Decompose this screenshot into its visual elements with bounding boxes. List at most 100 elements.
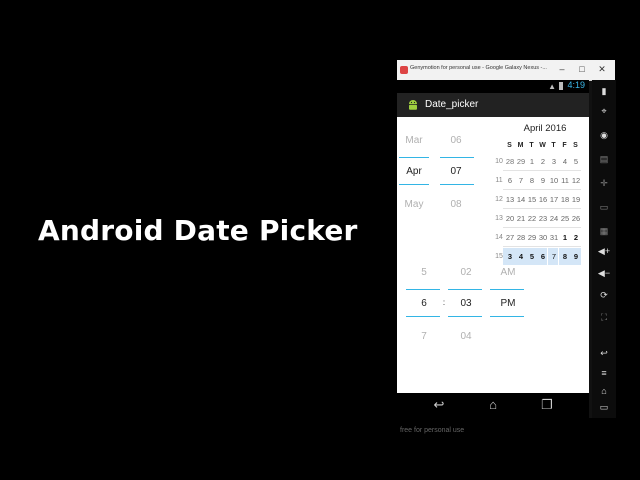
back-icon[interactable]: ↩	[427, 397, 451, 413]
calendar-day[interactable]: 29	[527, 233, 537, 242]
calendar-day[interactable]: 6	[505, 176, 515, 185]
calendar-day[interactable]: 3	[505, 252, 515, 261]
volume-down-icon[interactable]: ◀−	[592, 268, 616, 279]
recents-icon[interactable]: ▭	[592, 402, 616, 413]
day-prev[interactable]: 06	[441, 135, 471, 146]
battery-icon	[559, 82, 563, 90]
divider	[440, 184, 474, 185]
calendar-day[interactable]: 18	[560, 195, 570, 204]
divider	[448, 289, 482, 290]
fullscreen-icon[interactable]: ⛶	[592, 312, 616, 323]
ampm-prev[interactable]: AM	[493, 267, 523, 278]
ampm-selected[interactable]: PM	[493, 298, 523, 309]
calendar-day[interactable]: 25	[560, 214, 570, 223]
battery-icon[interactable]: ▮	[592, 86, 616, 97]
calendar-day[interactable]: 10	[549, 176, 559, 185]
calendar-day[interactable]: 6	[538, 252, 548, 261]
calendar-day[interactable]: 8	[560, 252, 570, 261]
calendar-day[interactable]: 22	[527, 214, 537, 223]
divider	[406, 316, 440, 317]
calendar-row-separator	[503, 208, 581, 209]
calendar-week-number: 13	[495, 215, 503, 222]
wifi-icon: ▲	[548, 82, 556, 91]
calendar-week-number: 15	[495, 253, 503, 260]
menu-icon[interactable]: ≡	[592, 368, 616, 378]
calendar-weekday-header: S	[573, 142, 578, 149]
calendar-day[interactable]: 29	[516, 157, 526, 166]
calendar-day[interactable]: 20	[505, 214, 515, 223]
calendar-day[interactable]: 21	[516, 214, 526, 223]
calendar-day[interactable]: 26	[571, 214, 581, 223]
gps-icon[interactable]: ⌖	[592, 106, 616, 117]
calendar-day[interactable]: 24	[549, 214, 559, 223]
recents-icon[interactable]: ❐	[535, 397, 559, 413]
calendar-weekday-header: M	[517, 142, 524, 149]
divider	[440, 157, 474, 158]
emulator-side-toolbar: ▮ ⌖ ◉ ▤ ✛ ▭ ▦ ◀+ ◀− ⟳ ⛶ ↩ ≡ ⌂ ▭	[592, 80, 616, 418]
calendar-day[interactable]: 9	[571, 252, 581, 261]
calendar-day[interactable]: 16	[538, 195, 548, 204]
calendar-title: April 2016	[523, 123, 567, 134]
calendar-day[interactable]: 11	[560, 176, 570, 185]
navigation-bar: ↩ ⌂ ❐	[397, 393, 589, 418]
calendar-day[interactable]: 14	[516, 195, 526, 204]
calendar-day[interactable]: 15	[527, 195, 537, 204]
calendar-day[interactable]: 5	[527, 252, 537, 261]
id-icon[interactable]: ▭	[592, 202, 616, 213]
camera-icon[interactable]: ◉	[592, 130, 616, 141]
rotate-icon[interactable]: ⟳	[592, 290, 616, 301]
hour-next[interactable]: 7	[409, 331, 439, 342]
calendar-day[interactable]: 28	[505, 157, 515, 166]
maximize-button[interactable]: □	[575, 63, 589, 75]
calendar-day[interactable]: 28	[516, 233, 526, 242]
calendar-day[interactable]: 1	[560, 233, 570, 242]
volume-up-icon[interactable]: ◀+	[592, 246, 616, 257]
minute-prev[interactable]: 02	[451, 267, 481, 278]
calendar-day[interactable]: 9	[538, 176, 548, 185]
headline-title: Android Date Picker	[38, 214, 358, 247]
calendar-day[interactable]: 23	[538, 214, 548, 223]
calendar-day[interactable]: 7	[549, 252, 559, 261]
media-icon[interactable]: ▦	[592, 226, 616, 237]
calendar-day[interactable]: 4	[560, 157, 570, 166]
calendar-day[interactable]: 31	[549, 233, 559, 242]
divider	[490, 316, 524, 317]
back-icon[interactable]: ↩	[592, 348, 616, 359]
minute-next[interactable]: 04	[451, 331, 481, 342]
calendar-day[interactable]: 30	[538, 233, 548, 242]
emulator-window: Genymotion for personal use - Google Gal…	[397, 60, 615, 434]
calendar-day[interactable]: 3	[549, 157, 559, 166]
month-next[interactable]: May	[399, 199, 429, 210]
day-next[interactable]: 08	[441, 199, 471, 210]
window-titlebar[interactable]: Genymotion for personal use - Google Gal…	[397, 60, 615, 81]
minute-selected[interactable]: 03	[451, 298, 481, 309]
calendar-weekday-header: F	[562, 142, 567, 149]
calendar-day[interactable]: 27	[505, 233, 515, 242]
home-icon[interactable]: ⌂	[592, 386, 616, 396]
calendar-day[interactable]: 17	[549, 195, 559, 204]
calendar-weekday-header: S	[507, 142, 512, 149]
calendar-day[interactable]: 2	[571, 233, 581, 242]
calendar-row-separator	[503, 246, 581, 247]
minimize-button[interactable]: –	[555, 63, 569, 75]
calendar-day[interactable]: 7	[516, 176, 526, 185]
calendar-day[interactable]: 4	[516, 252, 526, 261]
calendar-day[interactable]: 8	[527, 176, 537, 185]
calendar-day[interactable]: 2	[538, 157, 548, 166]
calendar-weekday-header: T	[529, 142, 534, 149]
month-selected[interactable]: Apr	[399, 166, 429, 177]
hour-prev[interactable]: 5	[409, 267, 439, 278]
home-icon[interactable]: ⌂	[481, 397, 505, 413]
calendar-day[interactable]: 13	[505, 195, 515, 204]
calendar-day[interactable]: 19	[571, 195, 581, 204]
status-bar: ▲ 4:19	[397, 80, 589, 93]
calendar-day[interactable]: 5	[571, 157, 581, 166]
close-button[interactable]: ✕	[595, 63, 609, 75]
calendar-day[interactable]: 12	[571, 176, 581, 185]
dpad-icon[interactable]: ✛	[592, 178, 616, 189]
month-prev[interactable]: Mar	[399, 135, 429, 146]
calendar-day[interactable]: 1	[527, 157, 537, 166]
remote-control-icon[interactable]: ▤	[592, 154, 616, 165]
calendar-weekday-header: W	[539, 142, 546, 149]
day-selected[interactable]: 07	[441, 166, 471, 177]
